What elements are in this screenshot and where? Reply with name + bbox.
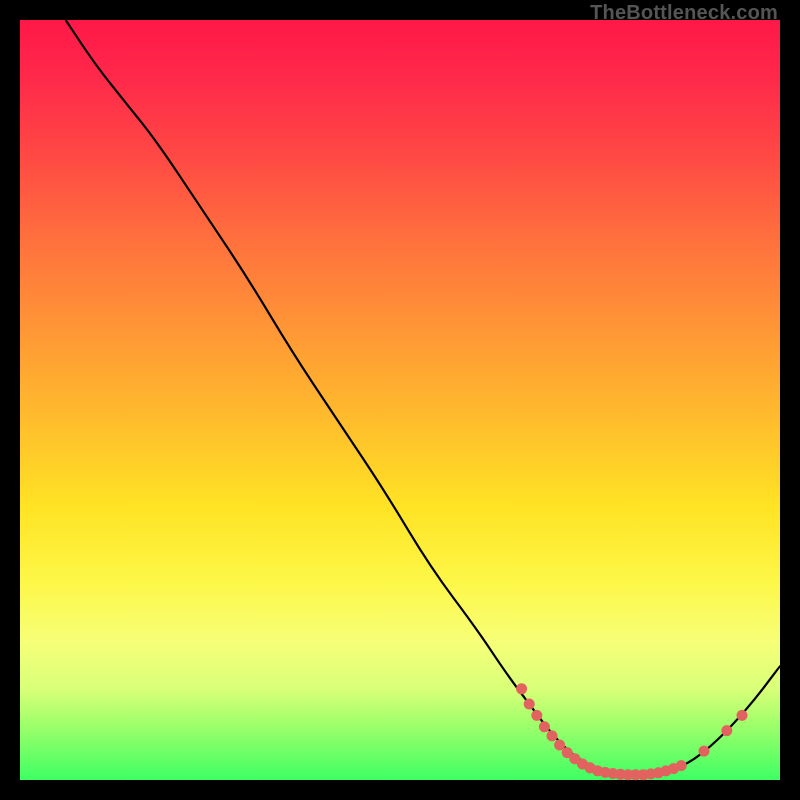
data-point [547,730,558,741]
data-point [524,699,535,710]
data-point [539,721,550,732]
data-point [676,760,687,771]
data-point [699,746,710,757]
chart-frame: TheBottleneck.com [0,0,800,800]
data-point [737,710,748,721]
data-point [516,683,527,694]
curve-line [66,20,780,774]
data-point [531,710,542,721]
plot-area [20,20,780,780]
chart-svg [20,20,780,780]
marker-group [516,683,747,780]
data-point [721,725,732,736]
